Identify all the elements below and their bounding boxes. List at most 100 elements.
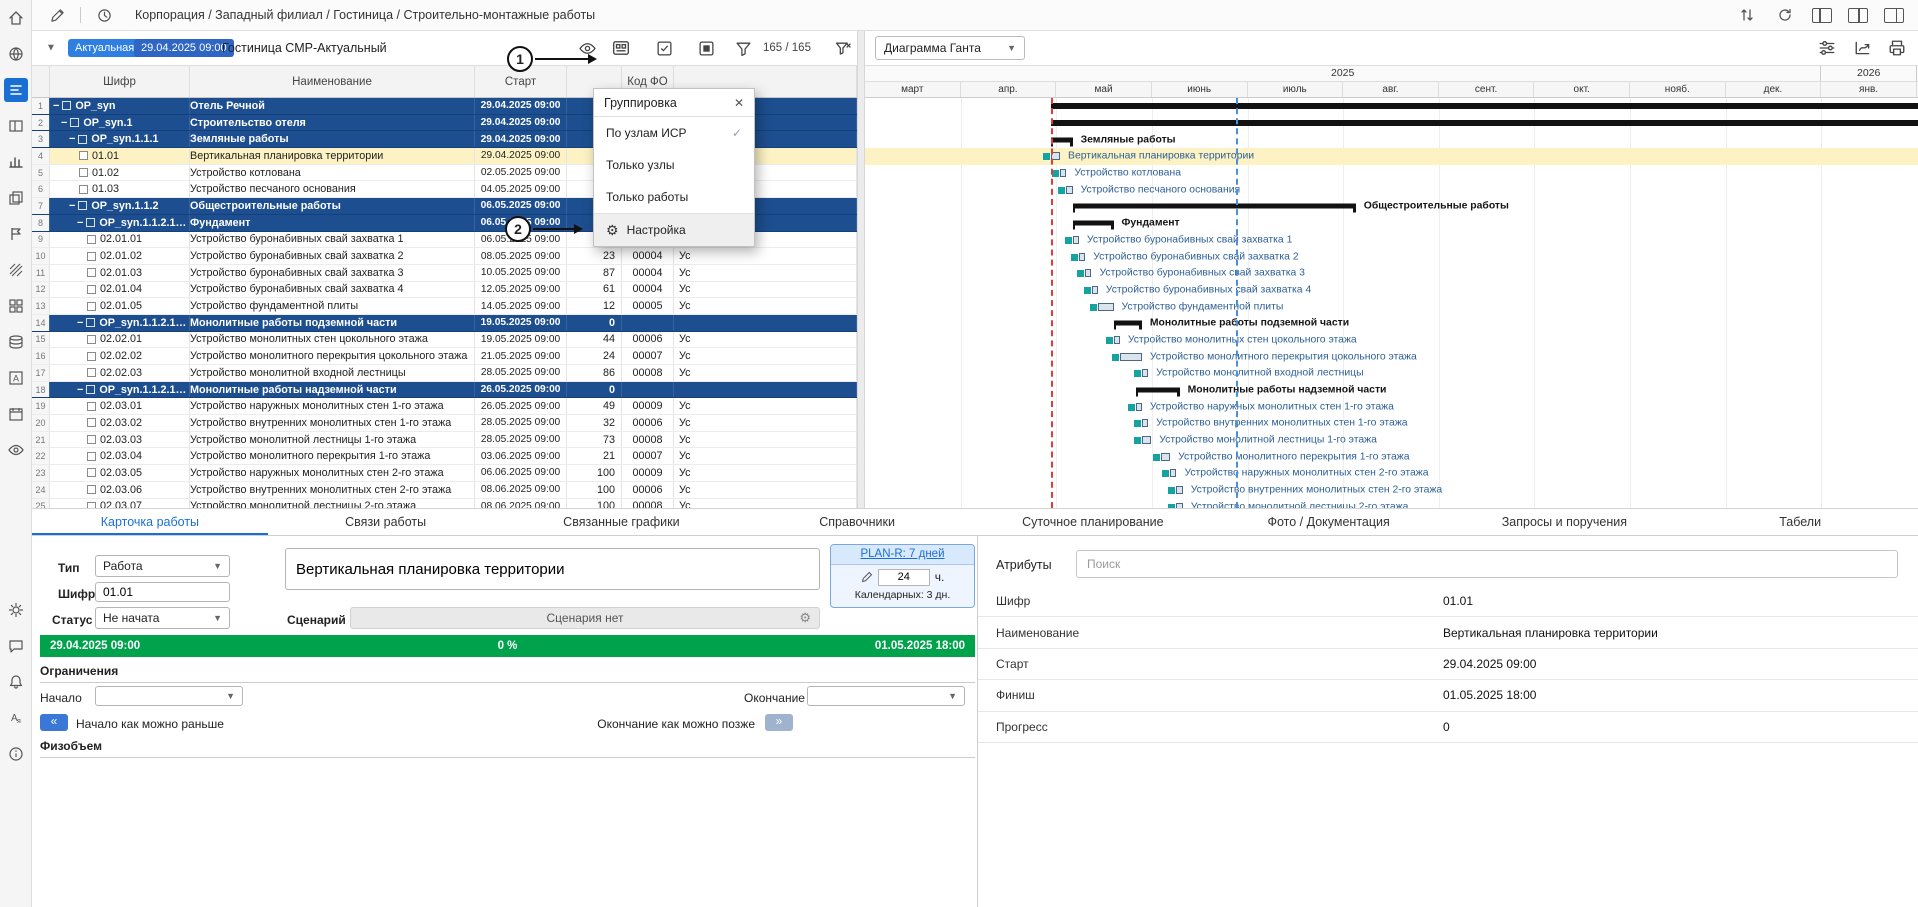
tab[interactable]: Табели xyxy=(1682,509,1918,535)
gantt-task-bar[interactable] xyxy=(1142,436,1151,444)
row-checkbox[interactable] xyxy=(87,452,96,461)
tab[interactable]: Запросы и поручения xyxy=(1447,509,1683,535)
gantt-row[interactable]: Устройство песчаного основания xyxy=(865,181,1918,198)
row-checkbox[interactable] xyxy=(86,385,95,394)
gantt-row[interactable] xyxy=(865,115,1918,132)
gantt-row[interactable]: Общестроительные работы xyxy=(865,198,1918,215)
menu-item[interactable]: Только работы xyxy=(594,181,754,213)
gantt-task-bar[interactable] xyxy=(1176,486,1182,494)
filter-icon[interactable] xyxy=(732,37,754,59)
layout-split-icon[interactable] xyxy=(1848,8,1868,23)
gantt-row[interactable]: Монолитные работы надземной части xyxy=(865,382,1918,399)
histogram-icon[interactable] xyxy=(4,150,28,174)
row-checkbox[interactable] xyxy=(87,302,96,311)
row-checkbox[interactable] xyxy=(86,318,95,327)
language-icon[interactable]: Aя xyxy=(4,706,28,730)
gantt-settings-icon[interactable] xyxy=(1816,37,1838,59)
gantt-task-bar[interactable] xyxy=(1120,353,1142,361)
row-checkbox[interactable] xyxy=(87,402,96,411)
gantt-project-bar[interactable] xyxy=(1051,103,1918,109)
table-row[interactable]: 2202.03.04Устройство монолитного перекры… xyxy=(32,448,857,465)
row-checkbox[interactable] xyxy=(79,151,88,160)
gantt-task-bar[interactable] xyxy=(1142,419,1148,427)
type-select[interactable]: Работа▼ xyxy=(95,555,230,577)
table-row[interactable]: 2402.03.06Устройство внутренних монолитн… xyxy=(32,482,857,499)
attribute-a-icon[interactable]: A xyxy=(4,366,28,390)
gantt-row[interactable]: Устройство монолитной входной лестницы xyxy=(865,365,1918,382)
database-icon[interactable] xyxy=(4,330,28,354)
table-row[interactable]: 2302.03.05Устройство наружных монолитных… xyxy=(32,465,857,482)
table-row[interactable]: 1702.02.03Устройство монолитной входной … xyxy=(32,365,857,382)
comments-icon[interactable] xyxy=(4,634,28,658)
row-checkbox[interactable] xyxy=(87,368,96,377)
gantt-summary-bar[interactable] xyxy=(1073,221,1114,226)
column-header-0[interactable] xyxy=(32,66,50,97)
tab[interactable]: Связанные графики xyxy=(504,509,740,535)
menu-item[interactable]: По узлам ИСР✓ xyxy=(594,117,754,149)
panel-splitter[interactable] xyxy=(857,31,865,508)
gantt-task-bar[interactable] xyxy=(1142,369,1148,377)
menu-item-settings[interactable]: ⚙ Настройка xyxy=(594,214,754,246)
attributes-search-input[interactable] xyxy=(1076,550,1898,578)
row-checkbox[interactable] xyxy=(87,418,96,427)
table-row[interactable]: 14−OP_syn.1.1.2.1.2.02Монолитные работы … xyxy=(32,315,857,332)
swap-vertical-icon[interactable] xyxy=(1736,4,1758,26)
tab[interactable]: Карточка работы xyxy=(32,509,268,535)
alap-button[interactable]: » xyxy=(765,714,793,731)
data-date-badge[interactable]: 29.04.2025 09:00 xyxy=(134,39,234,57)
gantt-task-bar[interactable] xyxy=(1098,303,1114,311)
table-row[interactable]: 1602.02.02Устройство монолитного перекры… xyxy=(32,348,857,365)
gantt-summary-bar[interactable] xyxy=(1136,388,1180,393)
close-icon[interactable]: ✕ xyxy=(734,96,744,110)
gantt-task-bar[interactable] xyxy=(1161,453,1170,461)
gantt-row[interactable]: Земляные работы xyxy=(865,131,1918,148)
row-checkbox[interactable] xyxy=(70,118,79,127)
calendar-icon[interactable] xyxy=(4,402,28,426)
tab[interactable]: Суточное планирование xyxy=(975,509,1211,535)
gantt-summary-bar[interactable] xyxy=(1114,321,1142,326)
row-checkbox[interactable] xyxy=(87,235,96,244)
table-row[interactable]: 18−OP_syn.1.1.2.1.2.03Монолитные работы … xyxy=(32,382,857,399)
table-row[interactable]: 1302.01.05Устройство фундаментной плиты1… xyxy=(32,298,857,315)
globe-icon[interactable] xyxy=(4,42,28,66)
collapse-icon[interactable]: − xyxy=(69,133,75,145)
gantt-row[interactable]: Устройство внутренних монолитных стен 2-… xyxy=(865,482,1918,499)
gantt-row[interactable]: Устройство наружных монолитных стен 1-го… xyxy=(865,398,1918,415)
table-row[interactable]: 1202.01.04Устройство буронабивных свай з… xyxy=(32,282,857,299)
gantt-task-bar[interactable] xyxy=(1073,236,1079,244)
eye-icon[interactable] xyxy=(4,438,28,462)
gantt-task-bar[interactable] xyxy=(1114,336,1120,344)
gantt-row[interactable]: Устройство буронабивных свай захватка 3 xyxy=(865,265,1918,282)
home-icon[interactable] xyxy=(4,6,28,30)
row-checkbox[interactable] xyxy=(87,268,96,277)
tab[interactable]: Фото / Документация xyxy=(1211,509,1447,535)
notifications-icon[interactable] xyxy=(4,670,28,694)
info-icon[interactable] xyxy=(4,742,28,766)
column-header-1[interactable]: Шифр xyxy=(50,66,190,97)
plan-hours-input[interactable] xyxy=(878,569,930,586)
theme-icon[interactable] xyxy=(4,598,28,622)
gantt-task-bar[interactable] xyxy=(1092,286,1098,294)
gantt-summary-bar[interactable] xyxy=(1051,137,1073,142)
collapse-icon[interactable]: − xyxy=(77,384,83,396)
status-select[interactable]: Не начата▼ xyxy=(95,607,230,629)
collapse-icon[interactable]: − xyxy=(77,217,83,229)
gantt-row[interactable]: Устройство буронабивных свай захватка 4 xyxy=(865,282,1918,299)
filter-clear-icon[interactable] xyxy=(832,37,854,59)
gantt-row[interactable]: Устройство монолитной лестницы 1-го этаж… xyxy=(865,432,1918,449)
documents-icon[interactable] xyxy=(4,186,28,210)
table-row[interactable]: 1902.03.01Устройство наружных монолитных… xyxy=(32,398,857,415)
tab[interactable]: Справочники xyxy=(739,509,975,535)
row-checkbox[interactable] xyxy=(87,352,96,361)
layout-left-icon[interactable] xyxy=(1812,8,1832,23)
gantt-task-bar[interactable] xyxy=(1079,253,1085,261)
table-row[interactable]: 1002.01.02Устройство буронабивных свай з… xyxy=(32,248,857,265)
refresh-icon[interactable] xyxy=(1774,4,1796,26)
view-select[interactable]: Диаграмма Ганта ▼ xyxy=(875,36,1025,60)
gantt-row[interactable]: Фундамент xyxy=(865,215,1918,232)
row-checkbox[interactable] xyxy=(79,185,88,194)
chevron-down-icon[interactable]: ▼ xyxy=(46,43,56,54)
menu-item[interactable]: Только узлы xyxy=(594,149,754,181)
collapse-icon[interactable]: − xyxy=(69,200,75,212)
row-checkbox[interactable] xyxy=(87,435,96,444)
